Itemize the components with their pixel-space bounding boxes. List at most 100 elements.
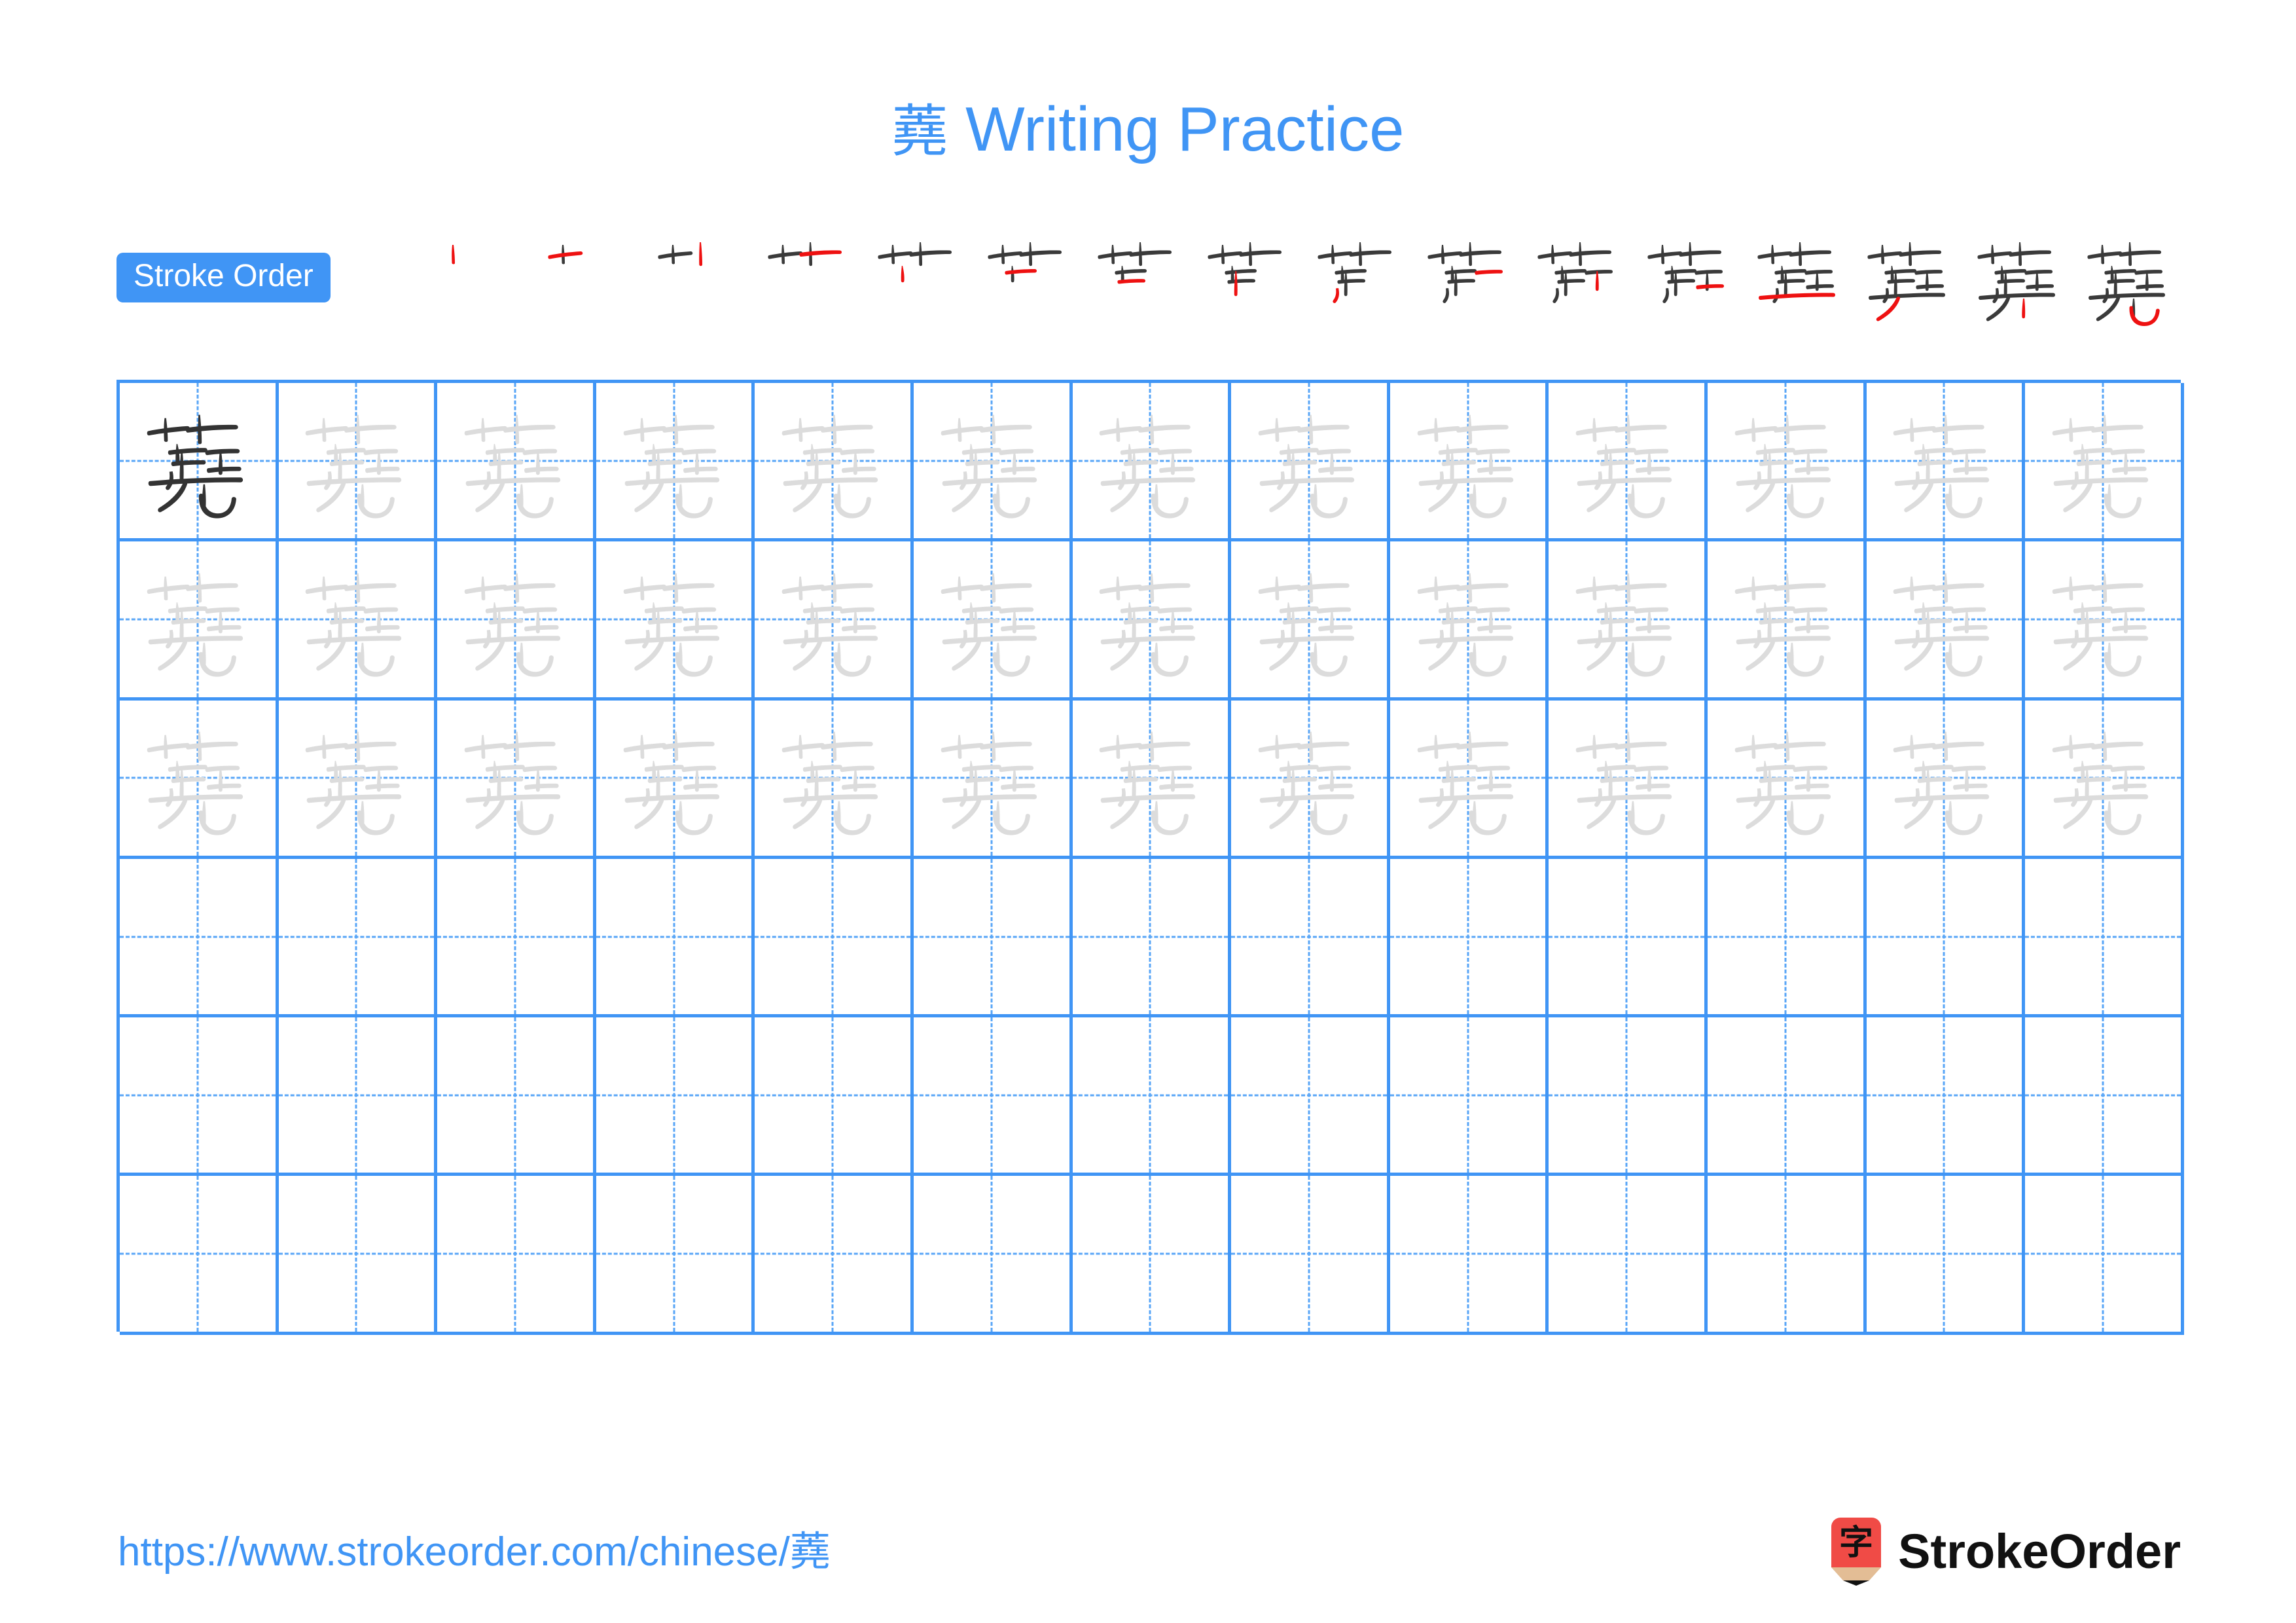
practice-cell[interactable] — [1072, 1017, 1232, 1176]
practice-cell[interactable] — [913, 541, 1073, 701]
practice-cell[interactable] — [278, 1017, 438, 1176]
practice-cell[interactable] — [1707, 1017, 1867, 1176]
practice-cell[interactable] — [1549, 383, 1708, 542]
practice-cell[interactable] — [1707, 541, 1867, 701]
brand-logo-group: 字 StrokeOrder — [1829, 1518, 2181, 1586]
practice-cell[interactable] — [1707, 858, 1867, 1018]
practice-cell[interactable] — [1390, 858, 1549, 1018]
practice-cell[interactable] — [1866, 541, 2026, 701]
practice-cell[interactable] — [278, 1176, 438, 1335]
practice-cell[interactable] — [120, 383, 279, 542]
practice-cell[interactable] — [596, 858, 755, 1018]
practice-cell[interactable] — [120, 1176, 279, 1335]
practice-cell[interactable] — [913, 1017, 1073, 1176]
practice-cell[interactable] — [596, 1017, 755, 1176]
practice-cell[interactable] — [278, 700, 438, 859]
practice-cell[interactable] — [1707, 700, 1867, 859]
practice-cell[interactable] — [913, 383, 1073, 542]
practice-cell[interactable] — [278, 383, 438, 542]
practice-cell[interactable] — [1390, 1176, 1549, 1335]
practice-cell[interactable] — [1231, 383, 1390, 542]
practice-cell[interactable] — [2025, 700, 2184, 859]
stroke-step-15 — [1964, 230, 2073, 348]
practice-cell[interactable] — [1866, 1176, 2026, 1335]
practice-cell[interactable] — [120, 700, 279, 859]
practice-cell[interactable] — [120, 541, 279, 701]
practice-cell[interactable] — [437, 700, 596, 859]
practice-cell[interactable] — [755, 541, 914, 701]
tracing-character — [120, 701, 276, 856]
practice-row — [120, 700, 2184, 859]
practice-cell[interactable] — [1866, 700, 2026, 859]
practice-cell[interactable] — [120, 1017, 279, 1176]
practice-cell[interactable] — [2025, 858, 2184, 1018]
practice-cell[interactable] — [2025, 383, 2184, 542]
practice-cell[interactable] — [1390, 541, 1549, 701]
practice-cell[interactable] — [278, 858, 438, 1018]
practice-cell[interactable] — [1390, 700, 1549, 859]
practice-cell[interactable] — [1390, 1017, 1549, 1176]
cell-horizontal-guide — [437, 1252, 593, 1255]
practice-cell[interactable] — [437, 541, 596, 701]
practice-cell[interactable] — [1549, 1176, 1708, 1335]
cell-horizontal-guide — [596, 936, 752, 938]
practice-cell[interactable] — [1231, 541, 1390, 701]
practice-cell[interactable] — [596, 383, 755, 542]
practice-cell[interactable] — [596, 1176, 755, 1335]
practice-cell[interactable] — [1707, 1176, 1867, 1335]
practice-cell[interactable] — [1549, 858, 1708, 1018]
practice-cell[interactable] — [1390, 383, 1549, 542]
tracing-character — [1549, 541, 1704, 697]
practice-cell[interactable] — [1231, 1176, 1390, 1335]
practice-cell[interactable] — [1072, 1176, 1232, 1335]
practice-cell[interactable] — [278, 541, 438, 701]
stroke-step-12 — [1634, 230, 1744, 348]
practice-row — [120, 858, 2184, 1018]
practice-cell[interactable] — [437, 383, 596, 542]
practice-cell[interactable] — [1549, 541, 1708, 701]
practice-cell[interactable] — [1072, 541, 1232, 701]
practice-cell[interactable] — [2025, 1176, 2184, 1335]
practice-cell[interactable] — [1866, 1017, 2026, 1176]
practice-cell[interactable] — [755, 700, 914, 859]
tracing-character — [914, 383, 1069, 538]
practice-cell[interactable] — [596, 541, 755, 701]
stroke-step-2 — [534, 230, 644, 348]
cell-horizontal-guide — [437, 1094, 593, 1097]
stroke-step-6 — [974, 230, 1084, 348]
practice-cell[interactable] — [437, 1176, 596, 1335]
practice-cell[interactable] — [755, 1176, 914, 1335]
cell-horizontal-guide — [120, 936, 276, 938]
practice-cell[interactable] — [2025, 541, 2184, 701]
practice-cell[interactable] — [1231, 858, 1390, 1018]
stroke-step-glyph — [1530, 230, 1628, 329]
practice-cell[interactable] — [913, 700, 1073, 859]
practice-cell[interactable] — [755, 383, 914, 542]
cell-horizontal-guide — [1231, 1094, 1387, 1097]
practice-cell[interactable] — [2025, 1017, 2184, 1176]
practice-cell[interactable] — [1866, 383, 2026, 542]
practice-cell[interactable] — [1072, 383, 1232, 542]
practice-cell[interactable] — [437, 1017, 596, 1176]
practice-cell[interactable] — [1866, 858, 2026, 1018]
practice-cell[interactable] — [1549, 1017, 1708, 1176]
practice-row — [120, 1176, 2184, 1335]
practice-cell[interactable] — [755, 1017, 914, 1176]
practice-cell[interactable] — [1072, 700, 1232, 859]
practice-cell[interactable] — [1707, 383, 1867, 542]
practice-cell[interactable] — [1549, 700, 1708, 859]
practice-cell[interactable] — [913, 858, 1073, 1018]
practice-cell[interactable] — [755, 858, 914, 1018]
footer-url[interactable]: https://www.strokeorder.com/chinese/蕘 — [118, 1527, 831, 1577]
practice-cell[interactable] — [1231, 1017, 1390, 1176]
stroke-step-glyph — [540, 230, 638, 329]
strokeorder-pencil-icon: 字 — [1829, 1518, 1884, 1586]
practice-cell[interactable] — [1231, 700, 1390, 859]
practice-cell[interactable] — [120, 858, 279, 1018]
practice-cell[interactable] — [596, 700, 755, 859]
stroke-step-11 — [1524, 230, 1634, 348]
cell-horizontal-guide — [120, 1252, 276, 1255]
practice-cell[interactable] — [437, 858, 596, 1018]
practice-cell[interactable] — [1072, 858, 1232, 1018]
practice-cell[interactable] — [913, 1176, 1073, 1335]
